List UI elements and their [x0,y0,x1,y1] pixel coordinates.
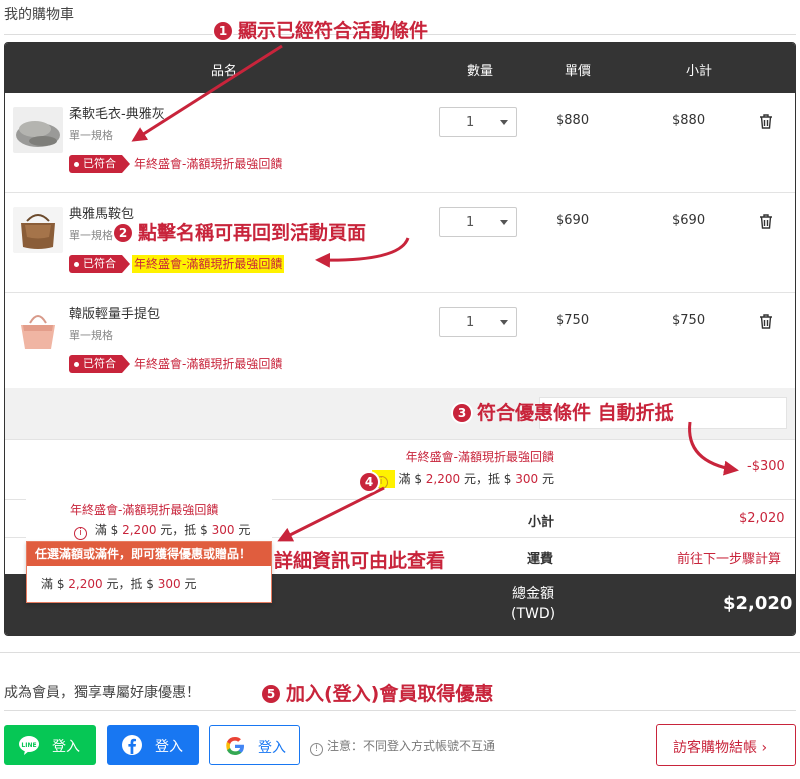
unit-price: $880 [556,113,590,128]
rule-suffix: 元 [541,472,554,486]
promotion-band [5,388,795,440]
line-subtotal: $690 [672,213,706,228]
promotion-link[interactable]: 年終盛會-滿額現折最強回饋 [132,355,284,373]
header-subtotal: 小計 [686,64,713,79]
qualified-badge: 已符合 [69,155,130,173]
popover-header: 任選滿額或滿件，即可獲得優惠或贈品！ [27,542,271,566]
annotation-1: 1 顯示已經符合活動條件 [214,16,428,43]
page-title: 我的購物車 [4,7,74,23]
shipping-label: 運費 [527,552,554,567]
popover-rule-prefix: 滿 $ [94,523,119,537]
popover-body-prefix: 滿 $ [41,577,65,591]
discount-row: 年終盛會-滿額現折最強回饋 i 滿 $ 2,200 元，抵 $ 300 元 -$… [5,440,795,500]
login-note-text: 注意：不同登入方式帳號不互通 [327,739,496,753]
popover-body-mid: 元，抵 $ [106,577,154,591]
annotation-5: 5 加入(登入)會員取得優惠 [262,679,493,706]
line-subtotal: $880 [672,113,706,128]
qualified-badge: 已符合 [69,255,130,273]
promotion-link[interactable]: 年終盛會-滿額現折最強回饋 [132,255,285,273]
unit-price: $690 [556,213,590,228]
member-promo-text: 成為會員，獨享專屬好康優惠！ [4,685,200,701]
facebook-icon [122,735,142,755]
rule-amount: 300 [515,472,539,486]
annotation-4-marker: 4 [360,471,384,493]
popover-body: 任選滿額或滿件，即可獲得優惠或贈品！ 滿 $ 2,200 元，抵 $ 300 元 [26,541,272,603]
chevron-down-icon [500,220,508,225]
google-icon [226,737,244,755]
trash-icon[interactable] [759,314,773,329]
rule-mid: 元，抵 $ [463,472,512,486]
member-divider [4,710,796,711]
annotation-4: 詳細資訊可由此查看 [274,550,446,572]
popover-body-amount: 300 [157,577,181,591]
line-login-label: 登入 [52,739,80,755]
annotation-2: 2 點擊名稱可再回到活動頁面 [114,218,366,245]
quantity-select[interactable]: 1 [439,207,517,237]
info-icon: ! [310,743,323,756]
svg-text:LINE: LINE [21,742,36,749]
login-note: ! 注意：不同登入方式帳號不互通 [310,737,495,756]
quantity-value: 1 [466,315,475,330]
header-name: 品名 [211,64,238,79]
google-login-button[interactable]: 登入 [209,725,300,765]
popover-promo-name: 年終盛會-滿額現折最強回饋 [70,503,219,517]
chevron-down-icon [500,120,508,125]
qualified-badge: 已符合 [69,355,130,373]
line-icon: LINE [19,736,39,755]
product-spec: 單一規格 [69,129,113,142]
section-divider [0,652,800,653]
chevron-down-icon [500,320,508,325]
subtotal-label: 小計 [528,515,555,530]
product-thumbnail-sweater[interactable] [13,107,63,153]
popover-rule-amount: 300 [211,523,235,537]
discount-name[interactable]: 年終盛會-滿額現折最強回饋 [406,448,554,465]
annotation-3: 3 符合優惠條件 自動折抵 [453,398,674,425]
cart-item-row: 韓版輕量手提包 單一規格 已符合 年終盛會-滿額現折最強回饋 1 $750 $7… [5,293,795,393]
rule-prefix: 滿 $ [398,472,422,486]
rule-threshold: 2,200 [425,472,461,486]
line-subtotal: $750 [672,313,706,328]
header-price: 單價 [565,64,592,79]
promotion-link[interactable]: 年終盛會-滿額現折最強回饋 [132,155,284,173]
guest-checkout-label: 訪客購物結帳 › [673,740,768,756]
discount-amount: -$300 [747,459,785,474]
popover-rule-threshold: 2,200 [122,523,157,537]
guest-checkout-button[interactable]: 訪客購物結帳 › [656,724,796,766]
product-spec: 單一規格 [69,229,113,242]
popover-summary: 年終盛會-滿額現折最強回饋 i 滿 $ 2,200 元，抵 $ 300 元 [26,497,272,541]
facebook-login-button[interactable]: 登入 [107,725,199,765]
cart-item-row: 柔軟毛衣-典雅灰 單一規格 已符合 年終盛會-滿額現折最強回饋 1 $880 $… [5,93,795,193]
line-login-button[interactable]: LINE 登入 [4,725,96,765]
product-thumbnail-saddle-bag[interactable] [13,207,63,253]
total-label: 總金額 (TWD) [511,586,556,622]
quantity-select[interactable]: 1 [439,307,517,337]
popover-body-suffix: 元 [184,577,197,591]
popover-content: 滿 $ 2,200 元，抵 $ 300 元 [27,566,271,592]
trash-icon[interactable] [759,114,773,129]
subtotal-value: $2,020 [739,511,785,526]
product-name-link[interactable]: 韓版輕量手提包 [69,303,160,322]
product-thumbnail-handbag[interactable] [13,307,63,353]
shipping-value: 前往下一步驟計算 [677,552,782,567]
popover-rule-suffix: 元 [238,523,251,537]
quantity-select[interactable]: 1 [439,107,517,137]
header-qty: 數量 [467,64,494,79]
facebook-login-label: 登入 [155,739,183,755]
popover-rule: i 滿 $ 2,200 元，抵 $ 300 元 [74,521,250,540]
quantity-value: 1 [466,115,475,130]
product-name-link[interactable]: 柔軟毛衣-典雅灰 [69,103,165,122]
unit-price: $750 [556,313,590,328]
info-icon: i [74,527,87,540]
promotion-popover: 年終盛會-滿額現折最強回饋 i 滿 $ 2,200 元，抵 $ 300 元 任選… [26,497,272,603]
google-login-label: 登入 [258,740,286,756]
popover-rule-mid: 元，抵 $ [160,523,208,537]
discount-rule: i 滿 $ 2,200 元，抵 $ 300 元 [371,470,554,489]
cart-table-header: 品名 數量 單價 小計 [5,43,795,93]
popover-body-threshold: 2,200 [68,577,103,591]
product-spec: 單一規格 [69,329,113,342]
total-value: $2,020 [723,593,793,614]
trash-icon[interactable] [759,214,773,229]
quantity-value: 1 [466,215,475,230]
